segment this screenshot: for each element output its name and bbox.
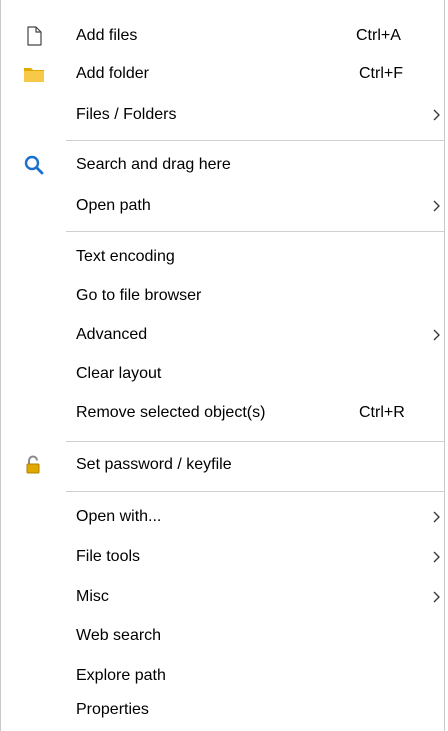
menu-item-add-folder[interactable]: Add folder Ctrl+F bbox=[1, 55, 444, 93]
menu-item-label: Go to file browser bbox=[76, 287, 202, 304]
menu-item-label: Misc bbox=[76, 588, 109, 605]
menu-item-search-and-drag-here[interactable]: Search and drag here bbox=[1, 146, 444, 184]
menu-item-label: Web search bbox=[76, 627, 162, 644]
file-icon bbox=[23, 25, 45, 47]
menu-item-files-folders[interactable]: Files / Folders bbox=[1, 96, 444, 134]
menu-item-go-to-file-browser[interactable]: Go to file browser bbox=[1, 277, 444, 315]
menu-item-label: Files / Folders bbox=[76, 106, 177, 123]
menu-item-advanced[interactable]: Advanced bbox=[1, 316, 444, 354]
menu-item-label: File tools bbox=[76, 548, 141, 565]
menu-item-open-with[interactable]: Open with... bbox=[1, 498, 444, 536]
menu-item-label: Add folder bbox=[76, 65, 149, 82]
menu-item-text-encoding[interactable]: Text encoding bbox=[1, 238, 444, 276]
context-menu: Add files Ctrl+A Add folder Ctrl+F Files… bbox=[0, 0, 445, 731]
menu-item-properties[interactable]: Properties bbox=[1, 691, 444, 729]
menu-item-add-files[interactable]: Add files Ctrl+A bbox=[1, 17, 444, 55]
menu-separator bbox=[66, 231, 444, 232]
menu-item-shortcut: Ctrl+R bbox=[359, 404, 405, 421]
menu-item-label: Open with... bbox=[76, 508, 162, 525]
unlocked-padlock-icon bbox=[23, 454, 45, 476]
folder-icon bbox=[23, 63, 45, 85]
menu-item-label: Open path bbox=[76, 197, 151, 214]
chevron-right-icon bbox=[431, 200, 441, 212]
menu-item-remove-selected-objects[interactable]: Remove selected object(s) Ctrl+R bbox=[1, 394, 444, 432]
menu-item-shortcut: Ctrl+F bbox=[359, 65, 403, 82]
menu-item-web-search[interactable]: Web search bbox=[1, 617, 444, 655]
menu-item-open-path[interactable]: Open path bbox=[1, 187, 444, 225]
menu-separator bbox=[66, 140, 444, 141]
menu-item-misc[interactable]: Misc bbox=[1, 578, 444, 616]
menu-item-label: Explore path bbox=[76, 667, 166, 684]
menu-item-label: Properties bbox=[76, 701, 149, 718]
menu-item-clear-layout[interactable]: Clear layout bbox=[1, 355, 444, 393]
menu-item-label: Clear layout bbox=[76, 365, 162, 382]
menu-item-shortcut: Ctrl+A bbox=[356, 27, 401, 44]
chevron-right-icon bbox=[431, 551, 441, 563]
menu-item-explore-path[interactable]: Explore path bbox=[1, 657, 444, 695]
menu-item-label: Advanced bbox=[76, 326, 148, 343]
menu-item-set-password-keyfile[interactable]: Set password / keyfile bbox=[1, 446, 444, 484]
menu-item-file-tools[interactable]: File tools bbox=[1, 538, 444, 576]
menu-separator bbox=[66, 491, 444, 492]
menu-item-label: Search and drag here bbox=[76, 156, 231, 173]
menu-separator bbox=[66, 441, 444, 442]
menu-item-label: Text encoding bbox=[76, 248, 175, 265]
search-icon bbox=[23, 154, 45, 176]
chevron-right-icon bbox=[431, 591, 441, 603]
menu-item-label: Remove selected object(s) bbox=[76, 404, 266, 421]
chevron-right-icon bbox=[431, 511, 441, 523]
chevron-right-icon bbox=[431, 329, 441, 341]
menu-item-label: Set password / keyfile bbox=[76, 456, 232, 473]
menu-item-label: Add files bbox=[76, 27, 138, 44]
chevron-right-icon bbox=[431, 109, 441, 121]
